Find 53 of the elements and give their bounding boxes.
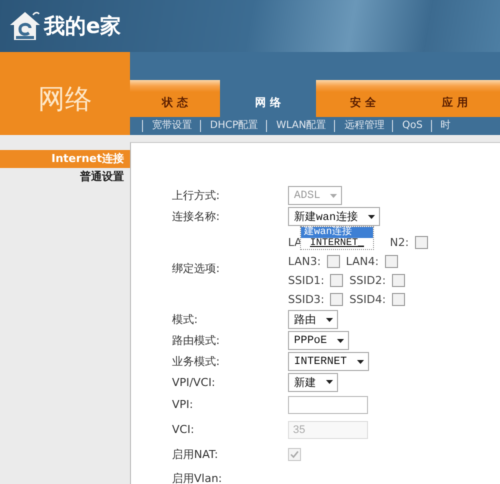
nav-tab[interactable]: 网 络 bbox=[220, 80, 316, 117]
field-label: 启用NAT: bbox=[172, 446, 220, 462]
checkbox[interactable] bbox=[330, 293, 344, 306]
checkbox-label: SSID1: bbox=[288, 274, 324, 287]
checkbox[interactable] bbox=[392, 293, 405, 306]
house-logo-icon bbox=[8, 9, 42, 43]
checkbox-label: LAN3: bbox=[288, 255, 321, 268]
sub-nav-link[interactable]: WLAN配置 bbox=[267, 120, 336, 132]
field-label: VPI: bbox=[172, 397, 194, 413]
nav-tab[interactable]: 状 态 bbox=[130, 80, 220, 117]
field-label: 启用Vlan: bbox=[172, 470, 223, 484]
field-label: 绑定选项: bbox=[172, 260, 221, 276]
sub-nav-link[interactable]: 远程管理 bbox=[335, 120, 394, 132]
dropdown-caret-icon bbox=[356, 360, 364, 364]
sidebar-item[interactable]: 普通设置 bbox=[0, 168, 130, 186]
field-label: 模式: bbox=[172, 312, 199, 328]
sub-nav-link[interactable]: QoS bbox=[393, 120, 432, 132]
field-label: 上行方式: bbox=[172, 188, 221, 204]
checkbox-label: SSID3: bbox=[288, 293, 324, 306]
nav-tab[interactable]: 应 用 bbox=[410, 80, 500, 117]
dropdown-option[interactable]: INTERNET_ bbox=[306, 238, 367, 248]
dropdown-select[interactable]: INTERNET bbox=[288, 352, 369, 371]
checkbox-label: SSID2: bbox=[349, 274, 386, 287]
checkbox-label: SSID4: bbox=[349, 293, 386, 306]
dropdown-select[interactable]: PPPoE bbox=[288, 331, 350, 350]
dropdown-caret-icon bbox=[337, 338, 344, 342]
field-label: 业务模式: bbox=[172, 354, 221, 370]
checkbox[interactable] bbox=[330, 274, 344, 287]
dropdown-caret-icon bbox=[330, 194, 338, 198]
field-label: 路由模式: bbox=[172, 333, 221, 349]
checkbox[interactable] bbox=[326, 255, 340, 268]
text-field[interactable] bbox=[288, 396, 368, 414]
dropdown-select[interactable]: 新建 bbox=[288, 372, 338, 392]
sub-nav-link[interactable]: DHCP配置 bbox=[201, 120, 268, 132]
sub-nav-link[interactable]: 宽带设置 bbox=[142, 120, 201, 132]
checkbox[interactable] bbox=[392, 274, 405, 287]
section-title: 网络 bbox=[0, 52, 130, 135]
dropdown-caret-icon bbox=[326, 318, 333, 322]
nav-tab[interactable]: 安 全 bbox=[316, 80, 410, 117]
checkbox[interactable] bbox=[414, 236, 428, 249]
dropdown-caret-icon bbox=[368, 214, 375, 218]
checkbox-label: N2: bbox=[390, 236, 409, 249]
dropdown-option[interactable]: 建wan连接 bbox=[301, 226, 373, 238]
dropdown-caret-icon bbox=[326, 380, 333, 384]
field-label: VCI: bbox=[172, 422, 196, 438]
checkbox-label: LAN4: bbox=[346, 255, 379, 268]
checkbox[interactable] bbox=[384, 255, 398, 268]
logo-text: 我的e家 bbox=[44, 13, 122, 40]
dropdown-select[interactable]: 新建wan连接 bbox=[288, 207, 380, 226]
field-label: VPI/VCI: bbox=[172, 374, 216, 390]
sub-nav-link[interactable]: 时 bbox=[432, 120, 459, 132]
dropdown-select[interactable]: 路由 bbox=[288, 310, 338, 329]
field-label: 连接名称: bbox=[172, 209, 221, 225]
